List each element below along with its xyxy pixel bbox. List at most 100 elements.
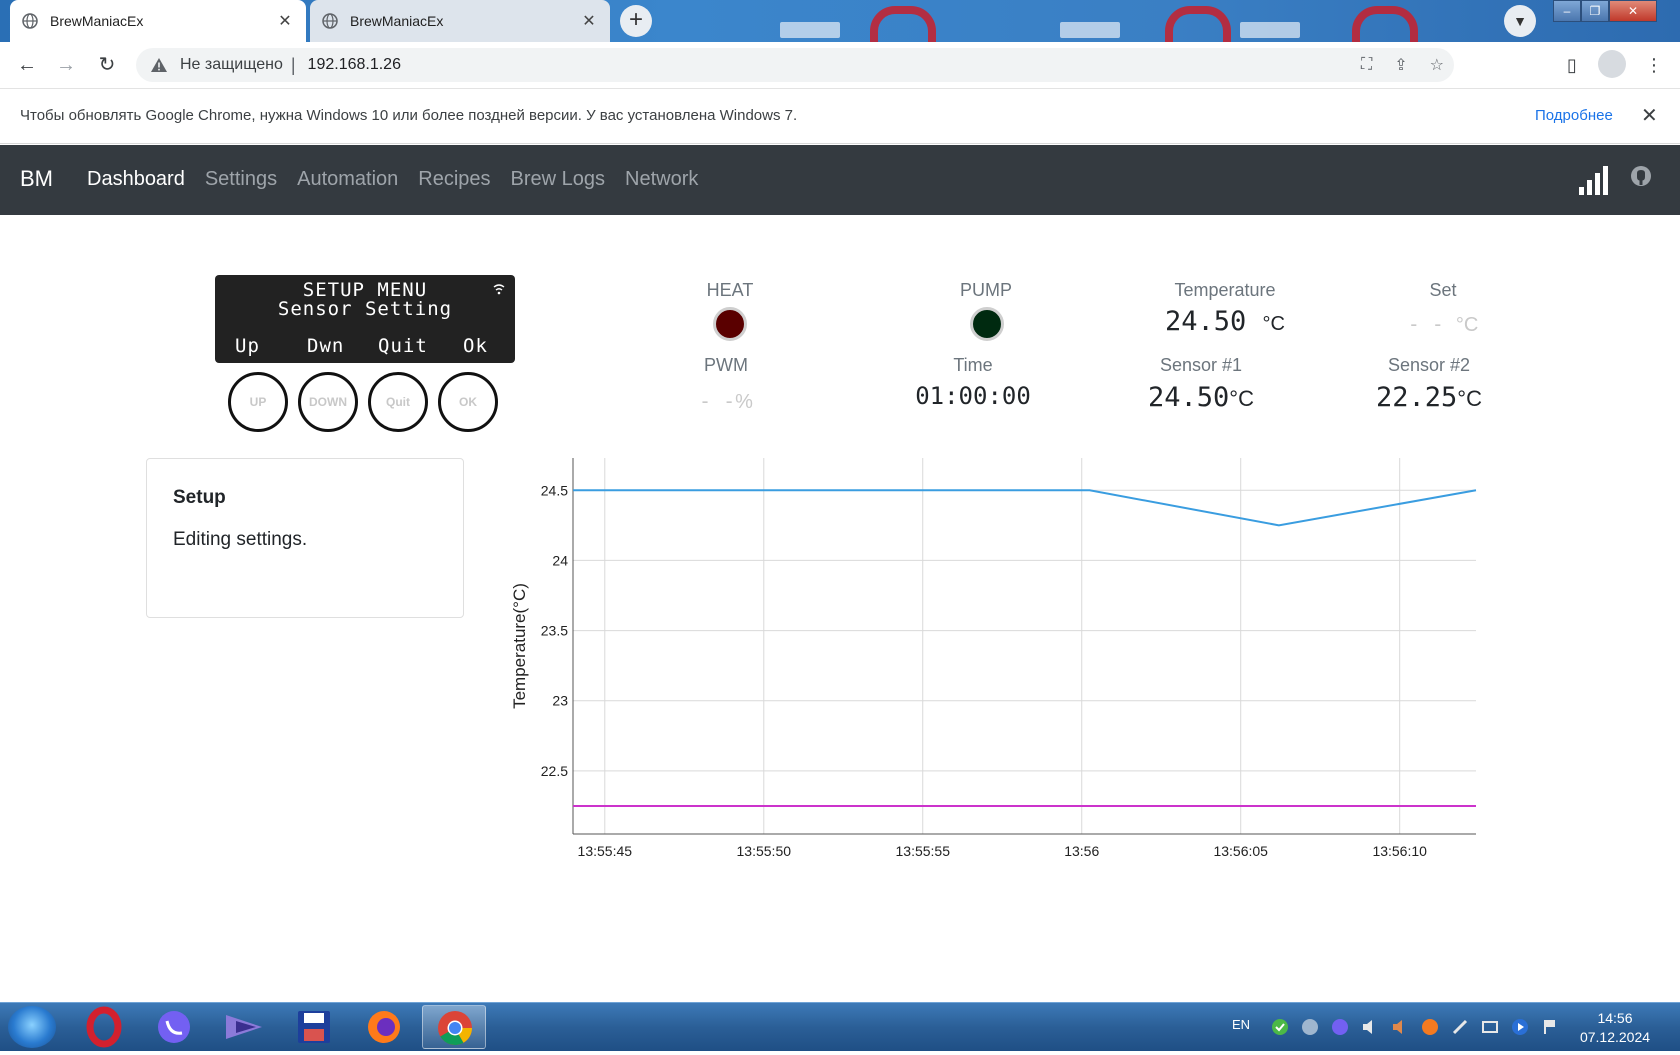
- speaker-muted-icon[interactable]: [1390, 1017, 1410, 1037]
- pwm-unit: %: [735, 391, 753, 413]
- profile-avatar-icon[interactable]: [1598, 50, 1626, 78]
- sensor1-unit: °C: [1229, 386, 1254, 411]
- firefox-taskbar-icon[interactable]: [352, 1005, 416, 1049]
- infobar-close-icon[interactable]: ✕: [1641, 103, 1658, 128]
- set-label: Set: [1429, 280, 1457, 300]
- down-button[interactable]: DOWN: [298, 372, 358, 432]
- nav-dashboard[interactable]: Dashboard: [87, 168, 185, 191]
- nav-network[interactable]: Network: [625, 168, 698, 191]
- x-tick-label: 13:56:05: [1213, 843, 1268, 859]
- sensor2-number: 22.25: [1376, 382, 1458, 413]
- address-bar[interactable]: Не защищено | 192.168.1.26 ⛶ ⇪ ☆: [136, 48, 1454, 82]
- security-check-icon[interactable]: [1270, 1017, 1290, 1037]
- lcd-wifi-icon: [493, 284, 505, 295]
- visual-studio-taskbar-icon[interactable]: [212, 1005, 276, 1049]
- background-decoration: [780, 22, 840, 38]
- up-button[interactable]: UP: [228, 372, 288, 432]
- network-connection-icon[interactable]: [1480, 1017, 1500, 1037]
- windows-start-icon[interactable]: [8, 1006, 56, 1048]
- tab-title: BrewManiacEx: [350, 13, 444, 29]
- avast-icon[interactable]: [1420, 1017, 1440, 1037]
- bookmark-star-icon[interactable]: ☆: [1430, 55, 1444, 75]
- viber-taskbar-icon[interactable]: [142, 1005, 206, 1049]
- setup-card: Setup Editing settings.: [146, 458, 464, 618]
- ok-button[interactable]: OK: [438, 372, 498, 432]
- lcd-line-2: Sensor Setting: [277, 298, 453, 320]
- nav-settings[interactable]: Settings: [205, 168, 277, 191]
- tab-brewmaniacex[interactable]: BrewManiacEx ✕: [310, 0, 610, 42]
- setup-card-text: Editing settings.: [173, 529, 308, 550]
- temperature-number: 24.50: [1165, 306, 1247, 337]
- app-navbar: BM Dashboard Settings Automation Recipes…: [0, 145, 1680, 215]
- keyboard-language[interactable]: EN: [1232, 1017, 1250, 1032]
- nav-links: Dashboard Settings Automation Recipes Br…: [87, 168, 698, 191]
- pump-indicator-lamp: [970, 307, 1004, 341]
- update-infobar: Чтобы обновлять Google Chrome, нужна Win…: [0, 89, 1680, 144]
- nav-brew-logs[interactable]: Brew Logs: [511, 168, 606, 191]
- lcd-display: SETUP MENU Sensor Setting Up Dwn Quit Ok: [215, 275, 515, 363]
- infobar-message: Чтобы обновлять Google Chrome, нужна Win…: [20, 107, 798, 124]
- close-icon[interactable]: ✕: [580, 11, 598, 31]
- pwm-value: - -%: [686, 389, 766, 414]
- share-icon[interactable]: ⇪: [1394, 55, 1407, 75]
- translate-icon[interactable]: ⛶: [1361, 56, 1372, 74]
- chrome-taskbar-icon[interactable]: [422, 1005, 486, 1049]
- close-icon[interactable]: ✕: [276, 11, 294, 31]
- security-status[interactable]: Не защищено: [180, 56, 283, 74]
- back-arrow-icon[interactable]: ←: [13, 51, 41, 79]
- set-value: - - °C: [1398, 312, 1488, 337]
- minimize-icon[interactable]: –: [1553, 0, 1581, 22]
- window-close-icon[interactable]: ✕: [1609, 0, 1657, 22]
- tab-search-chevron-icon[interactable]: ▼: [1504, 5, 1536, 37]
- viber-tray-icon[interactable]: [1330, 1017, 1350, 1037]
- tab-brewmaniacex-active[interactable]: BrewManiacEx ✕: [10, 0, 306, 42]
- warning-icon[interactable]: [150, 57, 168, 73]
- x-tick-label: 13:55:55: [896, 843, 951, 859]
- forward-arrow-icon[interactable]: →: [52, 51, 80, 79]
- heat-indicator-lamp: [713, 307, 747, 341]
- pen-tool-icon[interactable]: [1450, 1017, 1470, 1037]
- setup-card-title: Setup: [173, 487, 226, 508]
- time-label: Time: [953, 355, 993, 375]
- network-globe-icon[interactable]: [1300, 1017, 1320, 1037]
- windows-taskbar: EN 14:56 07.12.2024: [0, 1002, 1680, 1051]
- y-tick-label: 24: [552, 552, 568, 568]
- side-panel-icon[interactable]: ▯: [1558, 51, 1586, 79]
- quit-button[interactable]: Quit: [368, 372, 428, 432]
- temperature-chart: 22.5 23 23.5 24 24.5 13:55:45 13:55:50 13:55:55…: [510, 458, 1477, 859]
- set-number: - -: [1407, 312, 1444, 336]
- flag-notification-icon[interactable]: [1540, 1017, 1560, 1037]
- set-unit: °C: [1455, 314, 1479, 336]
- volume-icon[interactable]: [1360, 1017, 1380, 1037]
- github-icon[interactable]: [1630, 165, 1652, 187]
- wifi-signal-icon[interactable]: [1578, 165, 1608, 195]
- new-tab-button[interactable]: +: [620, 5, 652, 37]
- maximize-icon[interactable]: ❐: [1581, 0, 1609, 22]
- floppy-save-taskbar-icon[interactable]: [282, 1005, 346, 1049]
- address-separator: |: [290, 54, 296, 75]
- y-tick-label: 22.5: [541, 763, 568, 779]
- brand-logo[interactable]: BM: [20, 166, 53, 192]
- sensor1-value: 24.50°C: [1126, 382, 1276, 413]
- temperature-unit: °C: [1262, 313, 1285, 335]
- clock-time: 14:56: [1597, 1010, 1633, 1026]
- menu-kebab-icon[interactable]: ⋮: [1640, 51, 1668, 79]
- taskbar-clock[interactable]: 14:56 07.12.2024: [1570, 1009, 1660, 1047]
- sensor1-label: Sensor #1: [1159, 355, 1243, 375]
- series-line-1: [573, 489, 1477, 527]
- pwm-label: PWM: [704, 355, 748, 375]
- lcd-label-up: Up: [235, 335, 260, 357]
- lcd-label-down: Dwn: [307, 335, 345, 357]
- opera-taskbar-icon[interactable]: [72, 1005, 136, 1049]
- sensor1-number: 24.50: [1148, 382, 1230, 413]
- infobar-learn-more-link[interactable]: Подробнее: [1535, 107, 1613, 124]
- y-tick-label: 23: [552, 693, 568, 709]
- background-logo-decoration: [870, 6, 936, 42]
- temperature-label: Temperature: [1174, 280, 1276, 300]
- url-text[interactable]: 192.168.1.26: [308, 56, 401, 74]
- reload-icon[interactable]: ↻: [93, 51, 121, 79]
- window-controls: – ❐ ✕: [1553, 0, 1657, 22]
- nav-automation[interactable]: Automation: [297, 168, 398, 191]
- nav-recipes[interactable]: Recipes: [418, 168, 490, 191]
- media-play-icon[interactable]: [1510, 1017, 1530, 1037]
